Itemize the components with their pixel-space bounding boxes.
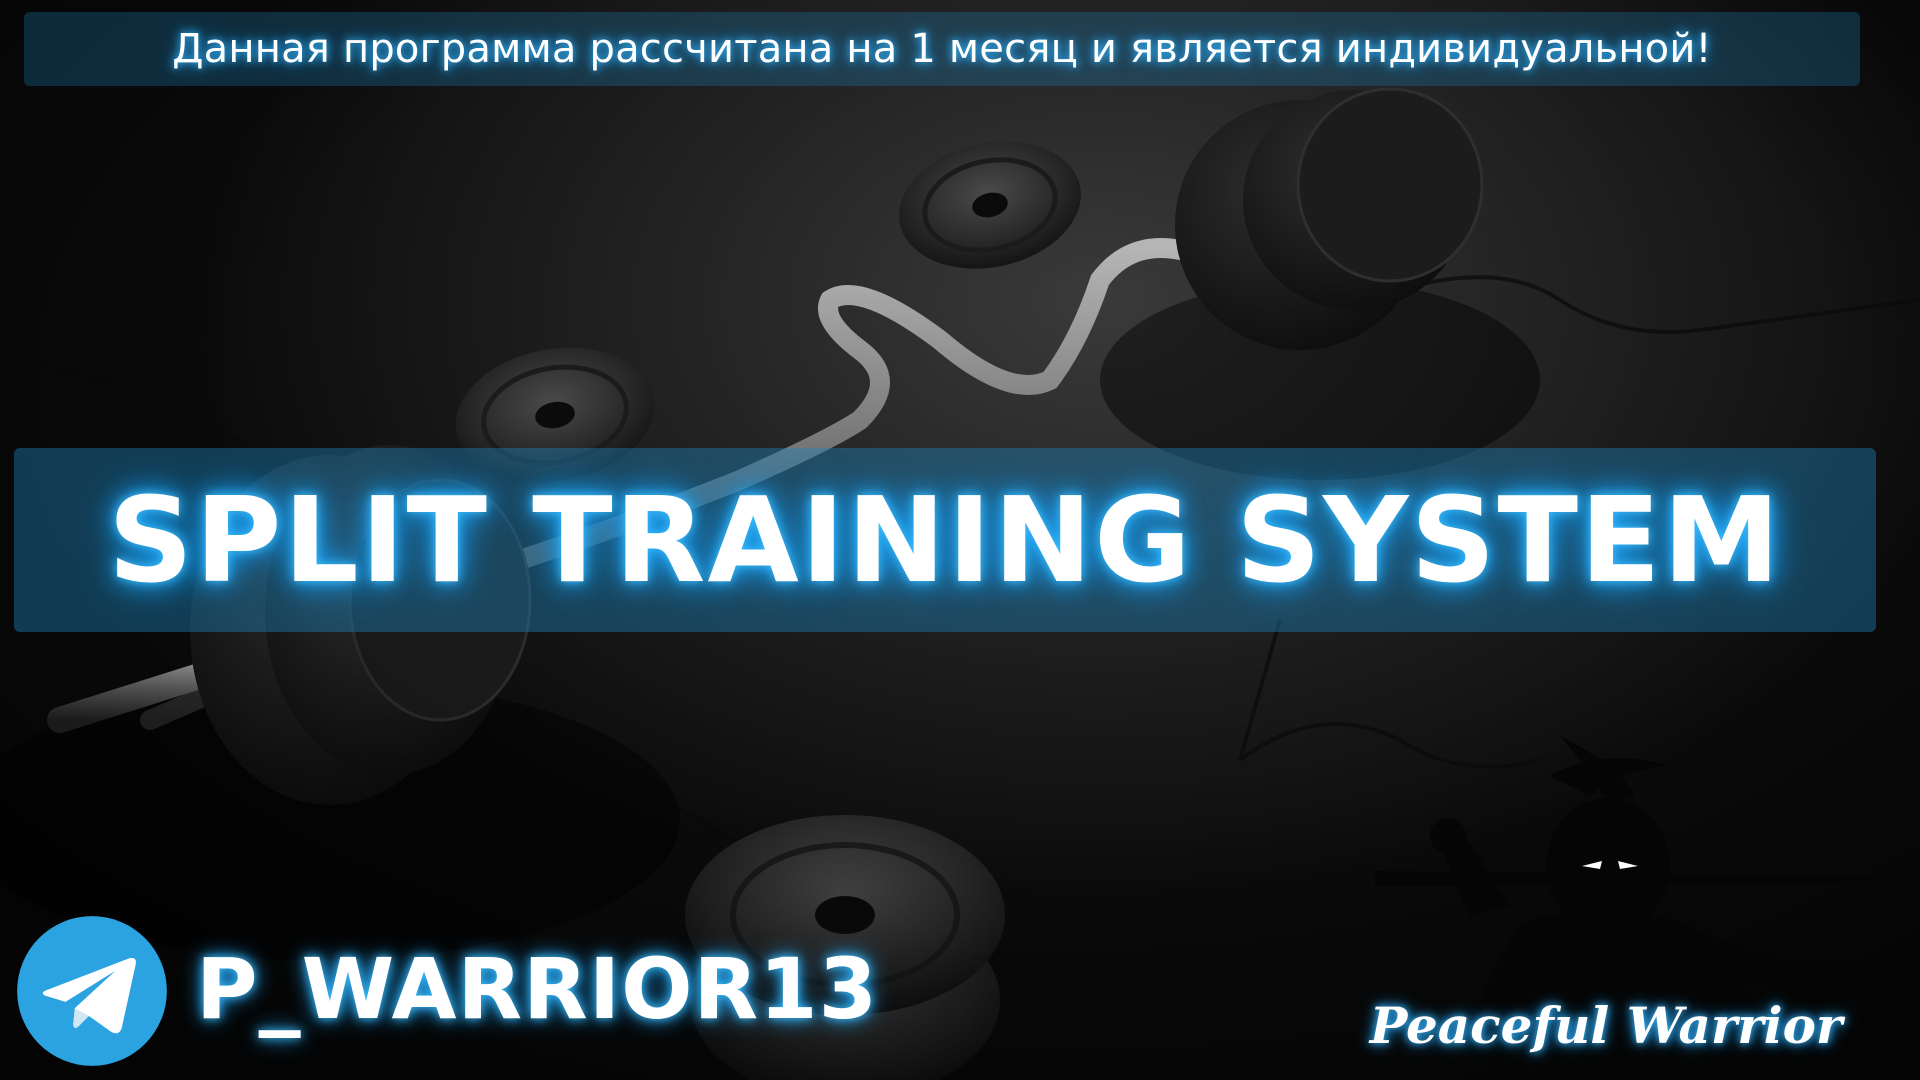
notice-banner: Данная программа рассчитана на 1 месяц и…	[24, 12, 1860, 86]
cover-image: Данная программа рассчитана на 1 месяц и…	[0, 0, 1920, 1080]
brand-name: Peaceful Warrior	[1369, 996, 1843, 1055]
title-banner: SPLIT TRAINING SYSTEM	[14, 448, 1876, 632]
notice-text: Данная программа рассчитана на 1 месяц и…	[172, 26, 1712, 72]
page-title: SPLIT TRAINING SYSTEM	[107, 471, 1782, 609]
telegram-icon	[17, 916, 167, 1066]
telegram-handle: P_WARRIOR13	[196, 940, 879, 1038]
